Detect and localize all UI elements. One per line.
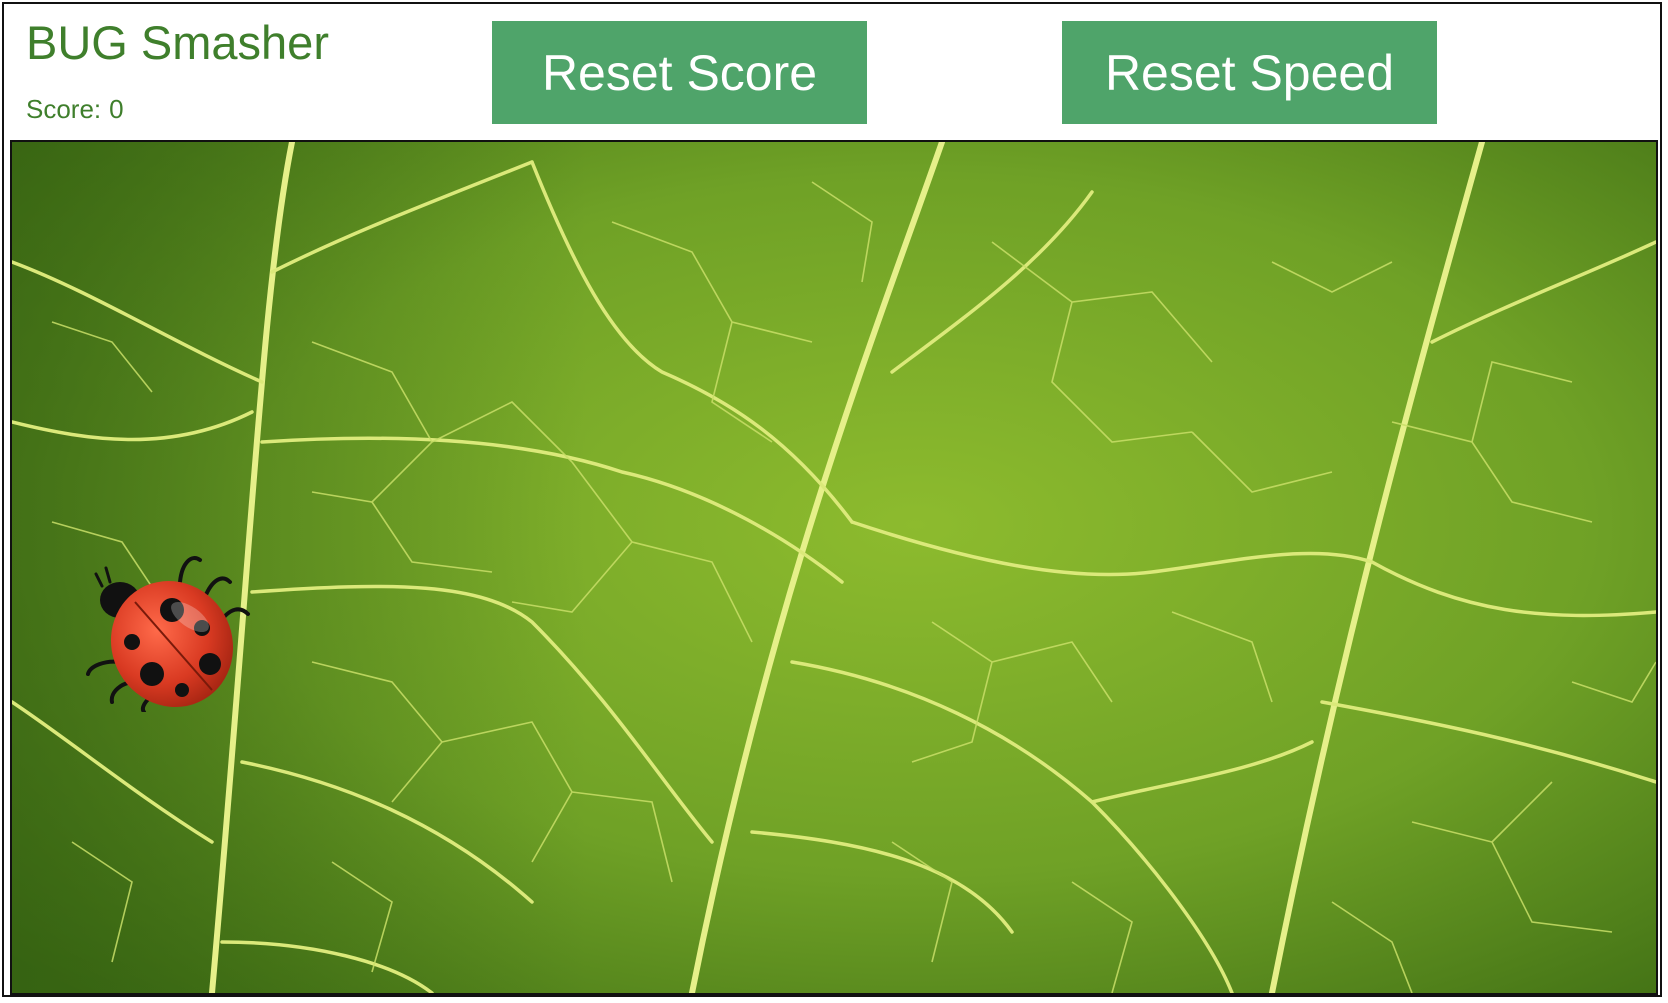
ladybug-icon[interactable]: [80, 542, 260, 712]
score-display: Score: 0: [26, 94, 124, 125]
game-window: BUG Smasher Score: 0 Reset Score Reset Sp…: [2, 2, 1662, 997]
reset-speed-button[interactable]: Reset Speed: [1062, 21, 1437, 124]
header: BUG Smasher Score: 0 Reset Score Reset Sp…: [4, 4, 1660, 140]
game-title: BUG Smasher: [26, 16, 329, 69]
score-value: 0: [109, 94, 124, 124]
reset-score-button[interactable]: Reset Score: [492, 21, 867, 124]
score-label: Score:: [26, 94, 102, 124]
game-canvas[interactable]: [10, 140, 1658, 995]
